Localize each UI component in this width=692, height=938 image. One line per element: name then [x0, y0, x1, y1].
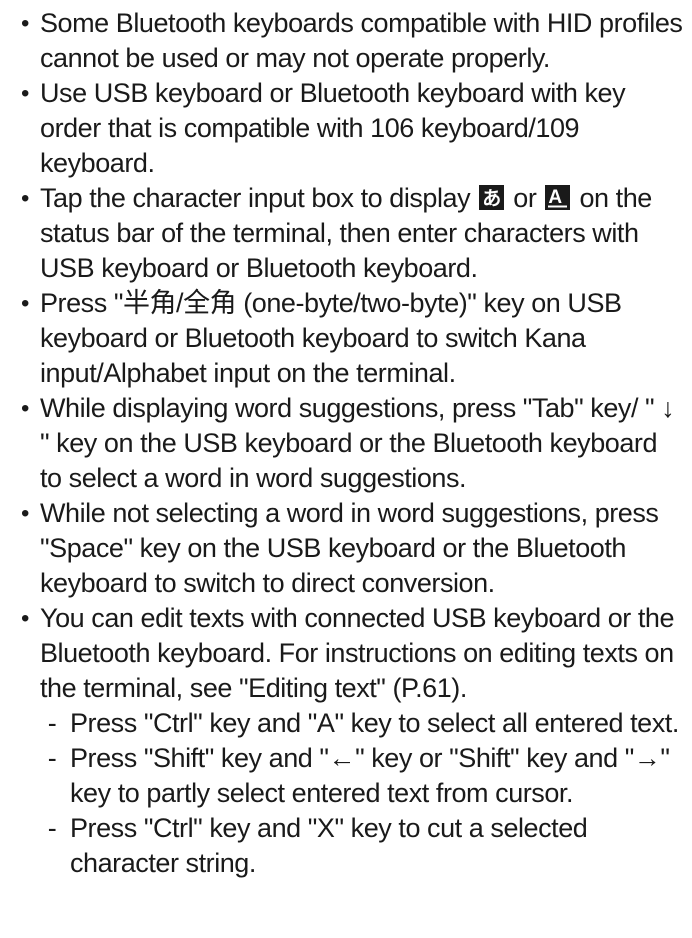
dash-mark: -	[47, 708, 57, 738]
bullet-item-edit-texts: • You can edit texts with connected USB …	[16, 601, 684, 881]
bullet-item-word-suggestions: • While displaying word suggestions, pre…	[16, 391, 684, 496]
manual-page: • Some Bluetooth keyboards compatible wi…	[0, 0, 692, 938]
bullet-text: Press "半角/全角 (one-byte/two-byte)" key on…	[40, 288, 622, 388]
sub-item-text: Press "Shift" key and "←" key or "Shift"…	[70, 743, 670, 808]
dash-mark: -	[47, 743, 57, 773]
bullet-mark: •	[21, 500, 29, 527]
sub-item-partial-select: - Press "Shift" key and "←" key or "Shif…	[40, 741, 684, 811]
bullet-list: • Some Bluetooth keyboards compatible wi…	[16, 6, 684, 881]
bullet-mark: •	[21, 185, 29, 212]
bullet-text-before: Tap the character input box to display	[40, 183, 478, 213]
bullet-text: While displaying word suggestions, press…	[40, 393, 675, 493]
bullet-mark: •	[21, 605, 29, 632]
sub-item-text: Press "Ctrl" key and "A" key to select a…	[70, 708, 679, 738]
hiragana-a-glyph: あ	[482, 188, 501, 210]
sub-item-select-all: - Press "Ctrl" key and "A" key to select…	[40, 706, 684, 741]
bullet-text: You can edit texts with connected USB ke…	[40, 603, 675, 703]
bullet-item-direct-conversion: • While not selecting a word in word sug…	[16, 496, 684, 601]
sub-item-text: Press "Ctrl" key and "X" key to cut a se…	[70, 813, 588, 878]
alphabet-a-input-icon: A	[545, 185, 571, 210]
bullet-text: Use USB keyboard or Bluetooth keyboard w…	[40, 78, 626, 178]
bullet-item-key-order: • Use USB keyboard or Bluetooth keyboard…	[16, 76, 684, 181]
bullet-text-middle: or	[506, 183, 544, 213]
bullet-text: Some Bluetooth keyboards compatible with…	[40, 8, 683, 73]
alphabet-a-glyph: A	[549, 187, 563, 208]
bullet-mark: •	[21, 80, 29, 107]
bullet-item-hid-compat: • Some Bluetooth keyboards compatible wi…	[16, 6, 684, 76]
bullet-item-status-bar: • Tap the character input box to display…	[16, 181, 684, 286]
bullet-mark: •	[21, 10, 29, 37]
dash-mark: -	[47, 813, 57, 843]
sub-item-cut: - Press "Ctrl" key and "X" key to cut a …	[40, 811, 684, 881]
bullet-item-kana-switch: • Press "半角/全角 (one-byte/two-byte)" key …	[16, 286, 684, 391]
bullet-text: While not selecting a word in word sugge…	[40, 498, 659, 598]
bullet-mark: •	[21, 290, 29, 317]
sub-list: - Press "Ctrl" key and "A" key to select…	[40, 706, 684, 881]
hiragana-a-input-icon: あ	[479, 185, 505, 210]
bullet-mark: •	[21, 395, 29, 422]
